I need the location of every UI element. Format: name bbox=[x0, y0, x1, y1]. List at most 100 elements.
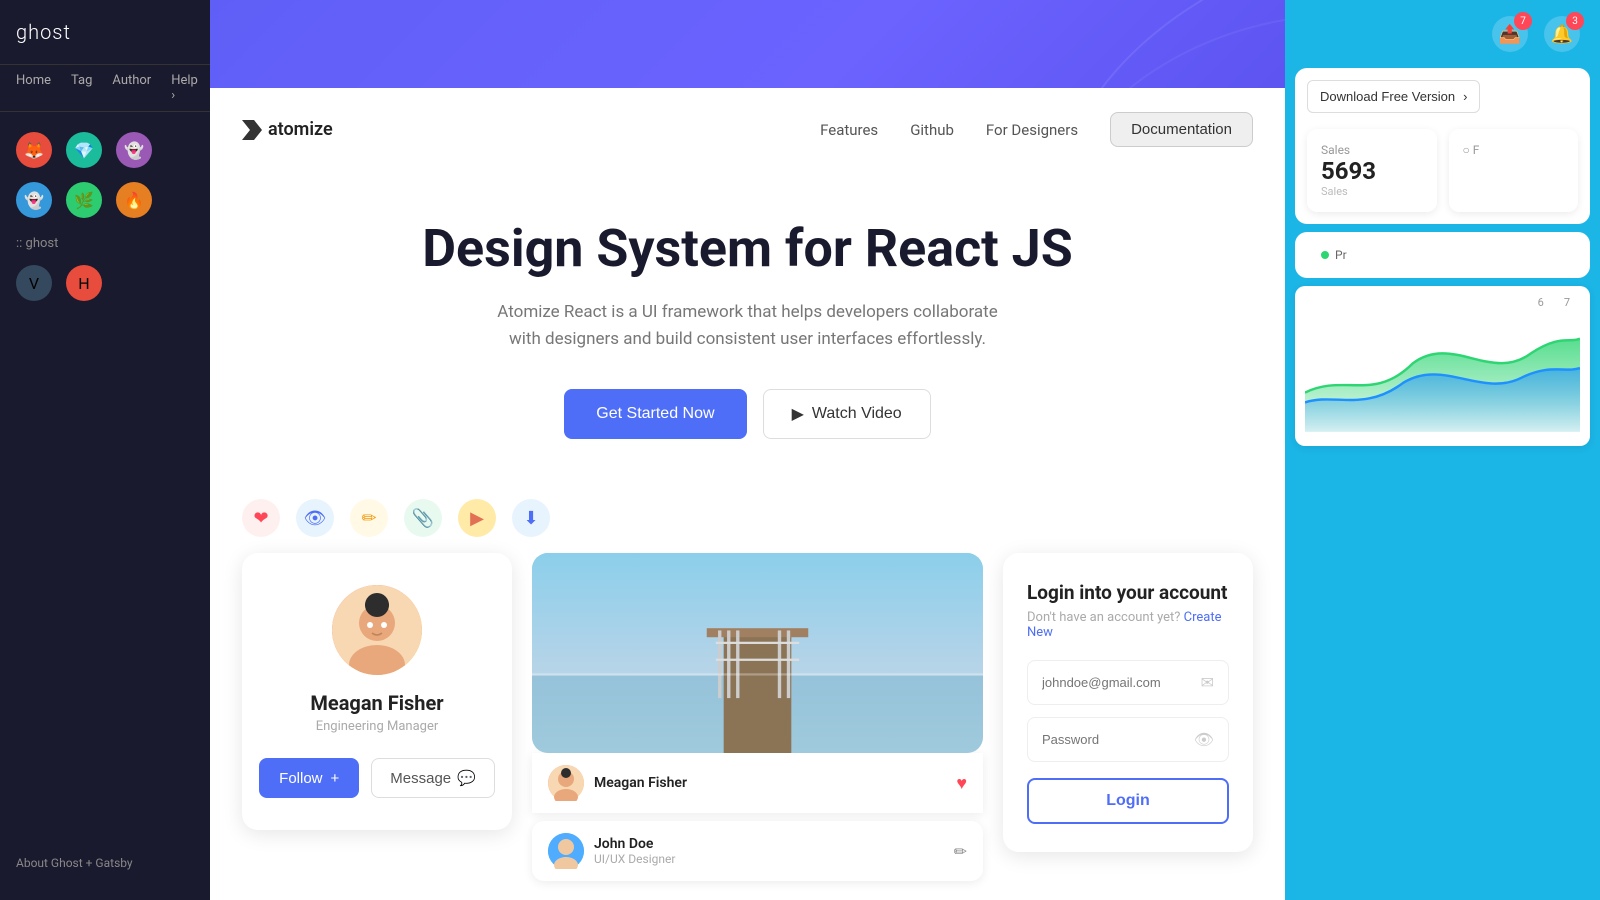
sidebar-icon-v: V bbox=[16, 265, 52, 301]
photo-card: Meagan Fisher ♥ bbox=[532, 553, 983, 881]
profile-name: Meagan Fisher bbox=[266, 691, 488, 715]
follow-button[interactable]: Follow + bbox=[259, 758, 359, 798]
get-started-button[interactable]: Get Started Now bbox=[564, 389, 746, 439]
nav-tag[interactable]: Tag bbox=[71, 73, 92, 103]
message-label: Message bbox=[390, 770, 451, 787]
navbar: atomize Features Github For Designers Do… bbox=[210, 88, 1285, 171]
profile-actions: Follow + Message 💬 bbox=[266, 758, 488, 798]
hero-buttons: Get Started Now ▶ Watch Video bbox=[290, 389, 1205, 439]
main-content: atomize Features Github For Designers Do… bbox=[210, 0, 1285, 900]
logo-icon bbox=[242, 120, 262, 140]
toolbar-eye-icon[interactable]: 👁 bbox=[296, 499, 334, 537]
secondary-card: ○ F bbox=[1449, 129, 1579, 212]
secondary-label: ○ F bbox=[1463, 143, 1565, 157]
profile-role: Engineering Manager bbox=[266, 719, 488, 734]
login-subtitle: Don't have an account yet? Create New bbox=[1027, 610, 1229, 640]
avatar-svg bbox=[332, 585, 422, 675]
follow-label: Follow bbox=[279, 770, 322, 787]
login-card: Login into your account Don't have an ac… bbox=[1003, 553, 1253, 852]
hero-title: Design System for React JS bbox=[290, 219, 1205, 279]
watch-video-label: Watch Video bbox=[812, 405, 902, 423]
nav-designers[interactable]: For Designers bbox=[986, 121, 1078, 139]
chart-label-7: 7 bbox=[1564, 296, 1570, 309]
pr-indicator: Pr bbox=[1307, 240, 1578, 270]
sales-section: Sales 5693 Sales ○ F bbox=[1307, 129, 1578, 212]
pier-svg bbox=[532, 553, 983, 753]
profile-card: Meagan Fisher Engineering Manager Follow… bbox=[242, 553, 512, 830]
notifications-icon[interactable]: 📤 7 bbox=[1492, 16, 1528, 52]
sidebar-nav: Home Tag Author Help › bbox=[0, 64, 210, 112]
right-content-card: Download Free Version › Sales 5693 Sales… bbox=[1295, 68, 1590, 224]
sidebar-icon-ghost: 👻 bbox=[116, 132, 152, 168]
photo-user-left: Meagan Fisher bbox=[548, 765, 687, 801]
download-free-button[interactable]: Download Free Version › bbox=[1307, 80, 1480, 113]
photo-user-left2: John Doe UI/UX Designer bbox=[548, 833, 675, 869]
sidebar-icons-area: 🦊 💎 👻 👻 🌿 🔥 :: ghost V H bbox=[0, 112, 210, 321]
like-icon[interactable]: ♥ bbox=[956, 773, 967, 794]
login-button[interactable]: Login bbox=[1027, 778, 1229, 824]
logo-text: atomize bbox=[268, 119, 333, 140]
photo-user-row1: Meagan Fisher ♥ bbox=[532, 753, 983, 813]
photo-user-name1: Meagan Fisher bbox=[594, 775, 687, 791]
toolbar-edit-icon[interactable]: ✏ bbox=[350, 499, 388, 537]
toolbar-play-icon[interactable]: ▶ bbox=[458, 499, 496, 537]
sidebar-icon-fire: 🔥 bbox=[116, 182, 152, 218]
logo: atomize bbox=[242, 119, 333, 140]
profile-avatar bbox=[332, 585, 422, 675]
photo-container bbox=[532, 553, 983, 753]
mini-avatar2-svg bbox=[548, 833, 584, 869]
chart-label-6: 6 bbox=[1538, 296, 1544, 309]
login-title: Login into your account bbox=[1027, 581, 1229, 604]
right-sidebar-header: 📤 7 🔔 3 bbox=[1285, 0, 1600, 68]
follow-plus-icon: + bbox=[331, 770, 340, 787]
photo-user-info2: John Doe UI/UX Designer bbox=[594, 836, 675, 866]
nav-documentation[interactable]: Documentation bbox=[1110, 112, 1253, 147]
hero-section: Design System for React JS Atomize React… bbox=[210, 171, 1285, 479]
sidebar-icon-h: H bbox=[66, 265, 102, 301]
photo-user-role2: UI/UX Designer bbox=[594, 852, 675, 866]
photo-mini-avatar2 bbox=[548, 833, 584, 869]
hero-subtitle: Atomize React is a UI framework that hel… bbox=[488, 299, 1008, 353]
sidebar-icon-app: 🌿 bbox=[66, 182, 102, 218]
toolbar-download-icon[interactable]: ⬇ bbox=[512, 499, 550, 537]
sidebar-title: ghost bbox=[0, 0, 210, 64]
icon-toolbar: ❤ 👁 ✏ 📎 ▶ ⬇ bbox=[210, 487, 1285, 549]
cards-row: Meagan Fisher Engineering Manager Follow… bbox=[210, 553, 1285, 881]
password-field[interactable]: 👁 bbox=[1027, 717, 1229, 762]
bell-icon[interactable]: 🔔 3 bbox=[1544, 16, 1580, 52]
toolbar-link-icon[interactable]: 📎 bbox=[404, 499, 442, 537]
right-sidebar: 📤 7 🔔 3 Download Free Version › Sales 56… bbox=[1285, 0, 1600, 900]
pr-section: Pr bbox=[1295, 232, 1590, 278]
notifications-badge2: 3 bbox=[1566, 12, 1584, 30]
password-input[interactable] bbox=[1042, 732, 1194, 747]
message-icon: 💬 bbox=[457, 769, 476, 787]
login-subtitle-text: Don't have an account yet? bbox=[1027, 610, 1180, 625]
chart-labels: 6 7 bbox=[1305, 296, 1580, 309]
sales-card: Sales 5693 Sales bbox=[1307, 129, 1437, 212]
edit-pencil-icon[interactable]: ✏ bbox=[954, 842, 967, 861]
email-input[interactable] bbox=[1042, 675, 1201, 690]
sales-label: Sales bbox=[1321, 143, 1423, 157]
download-label: Download Free Version bbox=[1320, 89, 1455, 104]
nav-github[interactable]: Github bbox=[910, 121, 954, 139]
email-field[interactable]: ✉ bbox=[1027, 660, 1229, 705]
eye-password-icon: 👁 bbox=[1194, 730, 1214, 749]
toolbar-heart-icon[interactable]: ❤ bbox=[242, 499, 280, 537]
arrow-icon: › bbox=[1463, 89, 1467, 104]
pr-dot bbox=[1321, 251, 1329, 259]
pr-label: Pr bbox=[1335, 248, 1347, 262]
sidebar-icon-ghost2: 👻 bbox=[16, 182, 52, 218]
nav-author[interactable]: Author bbox=[112, 73, 151, 103]
chart-area: 6 7 bbox=[1295, 286, 1590, 446]
nav-links: Features Github For Designers Documentat… bbox=[820, 112, 1253, 147]
white-card: atomize Features Github For Designers Do… bbox=[210, 88, 1285, 900]
notifications-badge1: 7 bbox=[1514, 12, 1532, 30]
nav-home[interactable]: Home bbox=[16, 73, 51, 103]
sales-chart bbox=[1305, 313, 1580, 433]
mini-avatar-svg bbox=[548, 765, 584, 801]
nav-features[interactable]: Features bbox=[820, 121, 878, 139]
message-button[interactable]: Message 💬 bbox=[371, 758, 495, 798]
watch-video-button[interactable]: ▶ Watch Video bbox=[763, 389, 931, 439]
photo-mini-avatar bbox=[548, 765, 584, 801]
nav-help[interactable]: Help › bbox=[171, 73, 198, 103]
